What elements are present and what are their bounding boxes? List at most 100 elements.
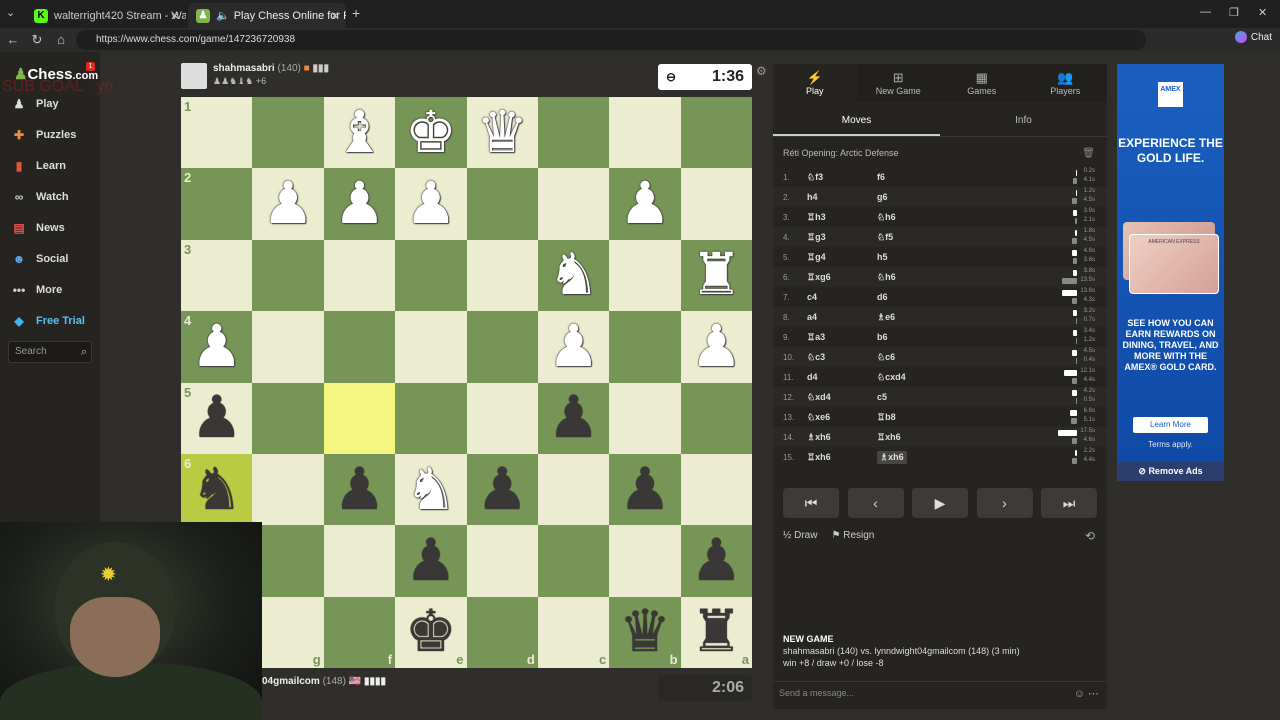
white-pawn-piece[interactable]: ♟ — [405, 175, 457, 233]
white-move[interactable]: ♖xg6 — [807, 272, 877, 283]
amex-ad[interactable]: AMEX EXPERIENCE THE GOLD LIFE. AMERICAN … — [1117, 64, 1224, 462]
opening-name[interactable]: Réti Opening: Arctic Defense — [783, 148, 899, 158]
square[interactable]: ♞ — [395, 453, 467, 526]
trash-icon[interactable]: 🗑 — [1082, 148, 1095, 159]
black-move[interactable]: ♖b8 — [877, 412, 947, 423]
square[interactable]: ♟ — [609, 168, 681, 240]
tab-players[interactable]: 👥 Players — [1024, 64, 1108, 102]
back-icon[interactable]: ← — [4, 31, 22, 49]
bottom-player-bar[interactable]: 04gmailcom (148) 🇺🇸 ▮▮▮▮ — [262, 676, 386, 687]
square[interactable] — [466, 168, 538, 240]
sidebar-item-play[interactable]: ♟ Play — [10, 93, 59, 115]
white-move[interactable]: ♘xd4 — [807, 392, 877, 403]
flip-board-icon[interactable]: ⟲ — [1085, 529, 1095, 543]
white-knight-piece[interactable]: ♞ — [405, 460, 457, 519]
white-move[interactable]: a4 — [807, 312, 877, 322]
highlighted-square[interactable] — [323, 382, 396, 454]
close-window-icon[interactable]: ✕ — [1258, 6, 1267, 19]
black-move[interactable]: f6 — [877, 172, 947, 182]
black-move[interactable]: ♗e6 — [877, 312, 947, 323]
square[interactable]: 4 ♟ — [181, 311, 253, 383]
white-move[interactable]: c4 — [807, 292, 877, 302]
square[interactable] — [252, 239, 324, 312]
highlighted-square[interactable]: 6 ♞ — [181, 453, 253, 526]
minimize-icon[interactable]: — — [1200, 6, 1211, 18]
url-input[interactable]: https://www.chess.com/game/147236720938 — [76, 30, 1146, 50]
black-move[interactable]: ♘c6 — [877, 352, 947, 363]
browser-tab-stream[interactable]: K walterright420 Stream - Watch Li ✕ — [26, 3, 186, 28]
white-move[interactable]: ♖g3 — [807, 232, 877, 243]
black-move[interactable]: ♗xh6 — [877, 450, 907, 464]
square[interactable] — [323, 239, 396, 312]
square[interactable]: c — [537, 596, 610, 668]
avatar[interactable] — [181, 63, 207, 89]
square[interactable]: ♟ — [395, 525, 467, 597]
white-pawn-piece[interactable]: ♟ — [333, 175, 385, 233]
square[interactable]: ♟ — [323, 168, 396, 240]
more-options-icon[interactable]: ⋯ — [1088, 688, 1099, 700]
black-pawn-piece[interactable]: ♟ — [191, 389, 243, 447]
sidebar-item-more[interactable]: ••• More — [10, 279, 63, 301]
square[interactable] — [680, 382, 752, 454]
square[interactable] — [395, 382, 467, 454]
square[interactable] — [252, 525, 324, 597]
last-move-button[interactable]: ⏭ — [1041, 488, 1097, 518]
black-pawn-piece[interactable]: ♟ — [476, 460, 528, 519]
square[interactable]: ♟ — [466, 453, 538, 526]
white-move[interactable]: ♘c3 — [807, 352, 877, 363]
square[interactable]: ♜ — [680, 239, 752, 312]
close-tab-icon[interactable]: ✕ — [330, 9, 340, 23]
tab-games[interactable]: ▦ Games — [940, 64, 1024, 102]
white-move[interactable]: ♘xe6 — [807, 412, 877, 423]
sidebar-item-learn[interactable]: ▮ Learn — [10, 155, 66, 177]
white-bishop-piece[interactable]: ♝ — [333, 103, 385, 162]
square[interactable] — [609, 382, 681, 454]
square[interactable] — [609, 311, 681, 383]
white-move[interactable]: d4 — [807, 372, 877, 382]
browser-tab-chess[interactable]: ♟ 🔈 Play Chess Online for FREE - 2 ✕ — [188, 3, 346, 28]
square[interactable]: ♚ — [395, 97, 467, 169]
square[interactable]: ♟ — [537, 382, 610, 454]
black-move[interactable]: ♘cxd4 — [877, 372, 947, 383]
tab-list-button[interactable]: ⌄ — [6, 6, 15, 19]
square[interactable]: ♛ b — [609, 596, 681, 668]
square[interactable]: ♟ — [323, 453, 396, 526]
remove-ads-button[interactable]: ⊘ Remove Ads — [1117, 462, 1224, 481]
tab-info[interactable]: Info — [940, 109, 1107, 136]
white-move[interactable]: ♖xh6 — [807, 452, 877, 463]
square[interactable] — [395, 311, 467, 383]
square[interactable] — [252, 311, 324, 383]
black-move[interactable]: b6 — [877, 332, 947, 342]
white-move[interactable]: ♘f3 — [807, 172, 877, 183]
square[interactable]: ♟ — [395, 168, 467, 240]
square[interactable]: 2 — [181, 168, 253, 240]
white-queen-piece[interactable]: ♛ — [476, 103, 528, 162]
search-icon[interactable]: ⌕ — [81, 342, 87, 362]
white-move[interactable]: ♖a3 — [807, 332, 877, 343]
resign-button[interactable]: ⚑ Resign — [831, 530, 874, 541]
square[interactable] — [466, 239, 538, 312]
square[interactable] — [252, 453, 324, 526]
square[interactable] — [466, 311, 538, 383]
white-knight-piece[interactable]: ♞ — [548, 246, 600, 304]
new-tab-button[interactable]: + — [352, 5, 360, 21]
square[interactable] — [537, 97, 610, 169]
square[interactable] — [537, 453, 610, 526]
square[interactable]: 1 — [181, 97, 253, 169]
square[interactable] — [252, 382, 324, 454]
chat-message-input[interactable]: Send a message... ☺ ⋯ — [773, 681, 1107, 705]
square[interactable] — [466, 382, 538, 454]
black-move[interactable]: g6 — [877, 192, 947, 202]
tab-play[interactable]: ⚡ Play — [773, 64, 857, 102]
square[interactable] — [537, 525, 610, 597]
black-move[interactable]: ♖xh6 — [877, 432, 947, 443]
square[interactable]: ♛ — [466, 97, 538, 169]
square[interactable] — [609, 97, 681, 169]
square[interactable]: ♚ e — [395, 596, 467, 668]
white-pawn-piece[interactable]: ♟ — [262, 175, 314, 233]
square[interactable] — [466, 525, 538, 597]
square[interactable]: ♟ — [537, 311, 610, 383]
square[interactable] — [609, 525, 681, 597]
black-move[interactable]: d6 — [877, 292, 947, 302]
square[interactable]: ♟ — [609, 453, 681, 526]
